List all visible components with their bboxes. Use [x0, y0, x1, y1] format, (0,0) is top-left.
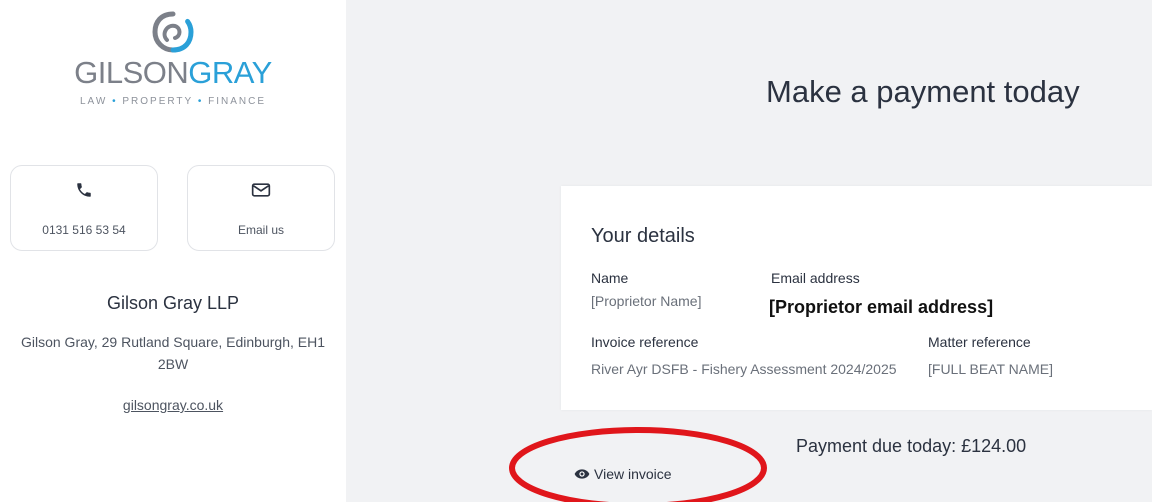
tagline-word: PROPERTY	[122, 96, 194, 107]
matter-reference-value: [FULL BEAT NAME]	[928, 361, 1053, 377]
invoice-reference-value: River Ayr DSFB - Fishery Assessment 2024…	[591, 361, 897, 377]
envelope-icon	[188, 181, 334, 201]
tagline-separator: •	[197, 96, 204, 107]
brand-name-part1: GILSON	[74, 55, 189, 90]
matter-reference-label: Matter reference	[928, 334, 1031, 350]
email-value: [Proprietor email address]	[769, 297, 994, 317]
brand-tagline: LAW • PROPERTY • FINANCE	[0, 96, 346, 107]
logo-mark-icon	[152, 11, 194, 53]
firm-name: Gilson Gray LLP	[106, 293, 240, 313]
phone-icon	[11, 181, 157, 201]
firm-address: Gilson Gray, 29 Rutland Square, Edinburg…	[20, 334, 326, 372]
name-label: Name	[591, 270, 629, 286]
email-contact-card[interactable]: Email us	[187, 165, 335, 251]
website-link[interactable]: gilsongray.co.uk	[0, 397, 346, 413]
invoice-reference-label: Invoice reference	[591, 334, 699, 350]
page-title: Make a payment today	[766, 74, 1080, 109]
phone-contact-card[interactable]: 0131 516 53 54	[10, 165, 158, 251]
email-us-label: Email us	[237, 223, 284, 237]
eye-icon	[574, 469, 590, 479]
payment-due: Payment due today: £124.00	[796, 436, 1027, 456]
tagline-separator: •	[112, 96, 118, 107]
brand-name-part2: GRAY	[188, 55, 272, 90]
email-label: Email address	[771, 270, 860, 286]
phone-number: 0131 516 53 54	[42, 223, 126, 237]
brand-logo: GILSONGRAY LAW • PROPERTY • FINANCE	[0, 10, 346, 107]
brand-wordmark: GILSONGRAY	[0, 56, 346, 90]
tagline-word: FINANCE	[208, 96, 267, 107]
tagline-word: LAW	[79, 96, 108, 107]
view-invoice-link[interactable]: View invoice	[574, 466, 672, 482]
name-value: [Proprietor Name]	[591, 293, 702, 309]
details-title: Your details	[591, 225, 695, 247]
view-invoice-label: View invoice	[594, 466, 672, 482]
sidebar: GILSONGRAY LAW • PROPERTY • FINANCE 0131…	[0, 0, 346, 502]
